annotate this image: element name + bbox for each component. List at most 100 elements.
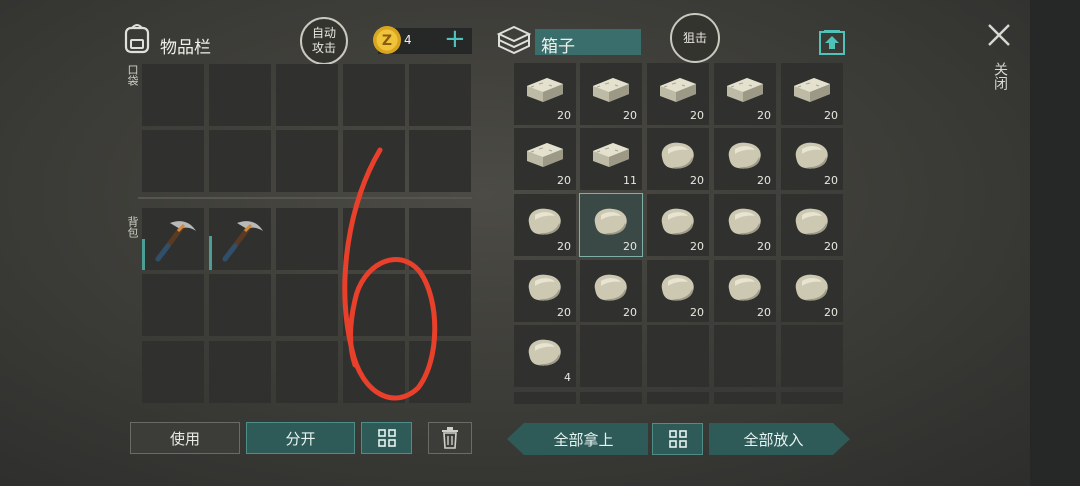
backpack-slot[interactable]: [409, 341, 471, 403]
close-label[interactable]: 关闭: [990, 62, 1010, 90]
container-slot[interactable]: 20: [647, 63, 709, 125]
container-slot[interactable]: [714, 392, 776, 404]
add-coins-button[interactable]: +: [444, 24, 466, 54]
container-slot[interactable]: 20: [580, 260, 642, 322]
container-slot[interactable]: 20: [579, 193, 643, 257]
backpack-slot[interactable]: [142, 208, 204, 270]
backpack-slot[interactable]: [276, 274, 338, 336]
upload-icon[interactable]: [818, 28, 846, 56]
container-slot[interactable]: [647, 325, 709, 387]
pocket-slot[interactable]: [276, 130, 338, 192]
container-slot[interactable]: 20: [647, 128, 709, 190]
item-quantity: 20: [557, 306, 571, 319]
brick-icon: [723, 72, 767, 112]
pocket-slot[interactable]: [343, 64, 405, 126]
backpack-slot[interactable]: [276, 341, 338, 403]
backpack-slot[interactable]: [209, 208, 271, 270]
stone-icon: [723, 137, 765, 177]
container-slot[interactable]: 20: [514, 194, 576, 256]
backpack-label: 背包: [126, 216, 139, 238]
container-slot[interactable]: [781, 325, 843, 387]
backpack-slot[interactable]: [276, 208, 338, 270]
backpack-slot[interactable]: [142, 341, 204, 403]
put-all-label: 全部放入: [743, 430, 804, 449]
backpack-slot[interactable]: [343, 341, 405, 403]
pocket-slot[interactable]: [343, 130, 405, 192]
durability-bar: [209, 236, 212, 270]
backpack-slot[interactable]: [209, 274, 271, 336]
container-title: 箱子: [541, 37, 575, 57]
item-quantity: 20: [757, 174, 771, 187]
put-all-button[interactable]: 全部放入: [709, 423, 850, 455]
pocket-slot[interactable]: [142, 130, 204, 192]
item-quantity: 20: [824, 174, 838, 187]
split-button[interactable]: 分开: [246, 422, 355, 454]
container-slot[interactable]: 20: [647, 194, 709, 256]
stone-icon: [656, 269, 698, 309]
use-button[interactable]: 使用: [130, 422, 240, 454]
container-slot[interactable]: 20: [514, 260, 576, 322]
container-slot[interactable]: [647, 392, 709, 404]
container-slot[interactable]: [580, 392, 642, 404]
backpack-slot[interactable]: [409, 274, 471, 336]
pocket-slot[interactable]: [276, 64, 338, 126]
container-slot[interactable]: 11: [580, 128, 642, 190]
container-slot[interactable]: 20: [781, 128, 843, 190]
box-icon: [496, 24, 532, 56]
pocket-slot[interactable]: [209, 130, 271, 192]
stone-icon: [656, 203, 698, 243]
snipe-label: 狙击: [682, 30, 707, 45]
container-slot[interactable]: 20: [781, 260, 843, 322]
container-slot[interactable]: 20: [514, 128, 576, 190]
coin-symbol: Z: [382, 33, 392, 49]
container-slot[interactable]: [714, 325, 776, 387]
item-quantity: 20: [690, 240, 704, 253]
brick-icon: [523, 72, 567, 112]
container-slot[interactable]: [580, 325, 642, 387]
backpack-slot[interactable]: [142, 274, 204, 336]
backpack-icon: [122, 22, 152, 54]
brick-icon: [790, 72, 834, 112]
container-slot[interactable]: 20: [514, 63, 576, 125]
backpack-slot[interactable]: [343, 274, 405, 336]
backpack-slot[interactable]: [209, 341, 271, 403]
stone-icon: [523, 203, 565, 243]
item-quantity: 20: [757, 240, 771, 253]
container-slot[interactable]: 20: [580, 63, 642, 125]
stone-icon: [790, 137, 832, 177]
pocket-slot[interactable]: [409, 64, 471, 126]
sort-button[interactable]: [361, 422, 412, 454]
pocket-slot[interactable]: [409, 130, 471, 192]
container-slot[interactable]: 20: [714, 63, 776, 125]
trash-button[interactable]: [428, 422, 472, 454]
pocket-slot[interactable]: [209, 64, 271, 126]
snipe-button[interactable]: 狙击: [670, 13, 720, 63]
backpack-slot[interactable]: [343, 208, 405, 270]
container-slot[interactable]: [514, 392, 576, 404]
container-slot[interactable]: [781, 392, 843, 404]
item-quantity: 20: [824, 240, 838, 253]
grid-icon: [377, 429, 396, 447]
container-slot[interactable]: 20: [781, 63, 843, 125]
item-quantity: 11: [623, 174, 637, 187]
container-slot[interactable]: 20: [714, 260, 776, 322]
item-quantity: 20: [623, 240, 637, 253]
pickaxe-icon: [215, 213, 267, 269]
container-slot[interactable]: 20: [714, 194, 776, 256]
item-quantity: 20: [690, 109, 704, 122]
take-all-button[interactable]: 全部拿上: [507, 423, 648, 455]
item-quantity: 20: [557, 109, 571, 122]
container-slot[interactable]: 20: [781, 194, 843, 256]
close-icon[interactable]: [986, 22, 1012, 48]
pocket-slot[interactable]: [142, 64, 204, 126]
container-slot[interactable]: 20: [647, 260, 709, 322]
container-slot[interactable]: 4: [514, 325, 576, 387]
brick-icon: [589, 72, 633, 112]
auto-attack-button[interactable]: 自动 攻击: [300, 17, 348, 65]
container-sort-button[interactable]: [652, 423, 703, 455]
stone-icon: [523, 334, 565, 374]
container-slot[interactable]: 20: [714, 128, 776, 190]
stone-icon: [589, 269, 631, 309]
backpack-slot[interactable]: [409, 208, 471, 270]
item-quantity: 20: [623, 109, 637, 122]
